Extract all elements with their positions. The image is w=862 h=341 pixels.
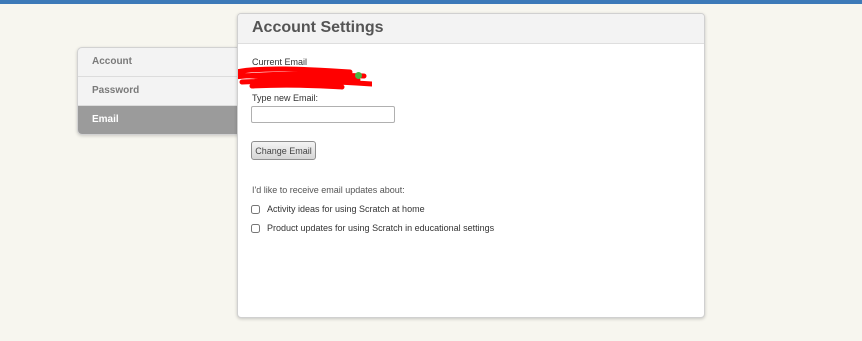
product-updates-label: Product updates for using Scratch in edu… [267, 223, 495, 233]
product-updates-option[interactable]: Product updates for using Scratch in edu… [251, 222, 494, 234]
activity-ideas-checkbox[interactable] [251, 204, 260, 214]
top-bar [0, 0, 862, 4]
sidebar-item-account[interactable]: Account [78, 48, 239, 77]
activity-ideas-label: Activity ideas for using Scratch at home [267, 204, 425, 214]
sidebar-item-password[interactable]: Password [78, 77, 239, 106]
account-settings-panel: Account Settings Current Email Type new … [237, 13, 705, 318]
email-updates-prompt: I'd like to receive email updates about: [252, 185, 405, 195]
new-email-input[interactable] [251, 106, 395, 123]
redaction-scribble [238, 66, 372, 90]
activity-ideas-option[interactable]: Activity ideas for using Scratch at home [251, 203, 425, 215]
new-email-label: Type new Email: [252, 93, 319, 103]
verified-check-icon [355, 72, 362, 79]
settings-sidebar: Account Password Email [77, 47, 239, 135]
page-title: Account Settings [252, 19, 384, 36]
change-email-button[interactable]: Change Email [251, 141, 316, 160]
sidebar-item-email[interactable]: Email [78, 106, 239, 134]
product-updates-checkbox[interactable] [251, 223, 260, 233]
